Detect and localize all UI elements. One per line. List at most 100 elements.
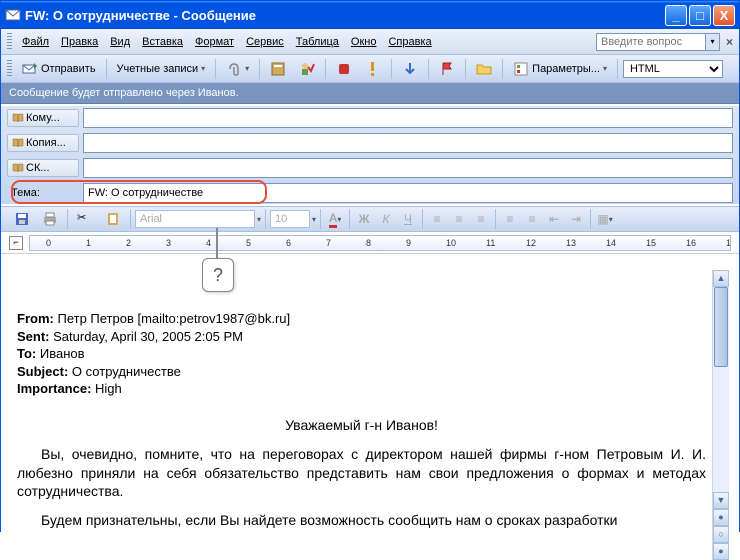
check-names-button[interactable] xyxy=(294,58,320,80)
cc-input[interactable] xyxy=(83,133,733,153)
vertical-scrollbar[interactable]: ▲ ▼ ● ○ ● xyxy=(712,270,729,560)
callout-annotation: ? xyxy=(202,228,234,292)
send-button[interactable]: Отправить xyxy=(17,58,101,80)
paragraph: Вы, очевидно, помните, что на переговора… xyxy=(17,445,706,502)
main-toolbar: Отправить Учетные записи ▾ ▾ Параметры..… xyxy=(1,55,739,83)
align-right-button[interactable]: ≡ xyxy=(471,209,491,229)
menu-insert[interactable]: Вставка xyxy=(136,33,189,51)
tab-selector[interactable]: ⌐ xyxy=(9,236,23,250)
scroll-thumb[interactable] xyxy=(714,287,728,367)
scissors-icon: ✂ xyxy=(77,211,93,227)
menu-window[interactable]: Окно xyxy=(345,33,383,51)
to-button[interactable]: Кому... xyxy=(7,109,79,127)
subject-label: Тема: xyxy=(7,185,79,201)
options-label: Параметры... xyxy=(532,63,600,75)
paperclip-icon xyxy=(226,61,242,77)
chevron-down-icon: ▾ xyxy=(201,64,205,73)
book-icon xyxy=(12,163,24,173)
paragraph: Будем признательны, если Вы найдете возм… xyxy=(17,511,706,530)
insert-button[interactable]: ▦▾ xyxy=(595,209,615,229)
minimize-button[interactable]: _ xyxy=(665,5,687,26)
italic-button[interactable]: К xyxy=(376,209,396,229)
menu-edit[interactable]: Правка xyxy=(55,33,104,51)
app-icon xyxy=(5,7,21,23)
font-color-button[interactable]: A▾ xyxy=(325,209,345,229)
close-button[interactable]: X xyxy=(713,5,735,26)
browse-button[interactable]: ○ xyxy=(713,526,729,543)
options-dropdown-button[interactable]: Параметры...▾ xyxy=(508,58,612,80)
cut-button[interactable]: ✂ xyxy=(72,208,98,230)
font-family-select[interactable] xyxy=(135,210,255,228)
book-icon xyxy=(12,138,24,148)
to-input[interactable] xyxy=(83,108,733,128)
format-toolbar: ✂ ▾ ▾ A▾ Ж К Ч ≡ ≡ ≡ ≡ ≡ ⇤ ⇥ ▦▾ xyxy=(1,206,739,232)
page-up-button[interactable]: ● xyxy=(713,509,729,526)
accounts-label: Учетные записи xyxy=(117,63,199,75)
close-doc-button[interactable]: × xyxy=(726,35,733,49)
align-left-button[interactable]: ≡ xyxy=(427,209,447,229)
accounts-button[interactable]: Учетные записи ▾ xyxy=(112,60,211,78)
menu-file[interactable]: Файл xyxy=(16,33,55,51)
folder-icon xyxy=(476,61,492,77)
chevron-down-icon[interactable]: ▾ xyxy=(312,215,316,224)
flag-button[interactable] xyxy=(434,58,460,80)
ruler-area: ⌐ document.write(Array.from({length:18},… xyxy=(1,232,739,254)
book-icon xyxy=(270,61,286,77)
print-button[interactable] xyxy=(37,208,63,230)
grip-icon xyxy=(7,60,12,78)
titlebar: FW: О сотрудничестве - Сообщение _ □ X xyxy=(1,1,739,29)
chevron-down-icon[interactable]: ▾ xyxy=(257,215,261,224)
indent-button[interactable]: ⇥ xyxy=(566,209,586,229)
menu-help[interactable]: Справка xyxy=(382,33,437,51)
menubar: Файл Правка Вид Вставка Формат Сервис Та… xyxy=(1,29,739,55)
address-book-button[interactable] xyxy=(265,58,291,80)
page-down-button[interactable]: ● xyxy=(713,543,729,560)
clipboard-icon xyxy=(105,211,121,227)
ruler[interactable]: document.write(Array.from({length:18},(_… xyxy=(29,235,731,251)
check-icon xyxy=(299,61,315,77)
folder-button[interactable] xyxy=(471,58,497,80)
cc-button[interactable]: Копия... xyxy=(7,134,79,152)
maximize-button[interactable]: □ xyxy=(689,5,711,26)
permission-button[interactable] xyxy=(331,58,357,80)
menu-table[interactable]: Таблица xyxy=(290,33,345,51)
exclamation-icon xyxy=(365,61,381,77)
greeting: Уважаемый г-н Иванов! xyxy=(17,416,706,435)
bold-button[interactable]: Ж xyxy=(354,209,374,229)
help-search-input[interactable] xyxy=(596,33,706,51)
print-icon xyxy=(42,211,58,227)
numbered-list-button[interactable]: ≡ xyxy=(500,209,520,229)
send-icon xyxy=(22,61,38,77)
save-icon xyxy=(14,211,30,227)
format-select[interactable]: HTML xyxy=(623,60,723,78)
underline-button[interactable]: Ч xyxy=(398,209,418,229)
subject-input[interactable] xyxy=(83,183,733,203)
menu-tools[interactable]: Сервис xyxy=(240,33,290,51)
font-size-select[interactable] xyxy=(270,210,310,228)
outdent-button[interactable]: ⇤ xyxy=(544,209,564,229)
grip-icon xyxy=(7,33,12,51)
bcc-button[interactable]: СК... xyxy=(7,159,79,177)
window-title: FW: О сотрудничестве - Сообщение xyxy=(25,8,663,23)
importance-high-button[interactable] xyxy=(360,58,386,80)
info-bar: Сообщение будет отправлено через Иванов. xyxy=(1,83,739,104)
options-icon xyxy=(513,61,529,77)
align-center-button[interactable]: ≡ xyxy=(449,209,469,229)
menu-format[interactable]: Формат xyxy=(189,33,240,51)
flag-icon xyxy=(439,61,455,77)
arrow-down-icon xyxy=(402,61,418,77)
attach-button[interactable]: ▾ xyxy=(221,58,254,80)
importance-low-button[interactable] xyxy=(397,58,423,80)
menu-view[interactable]: Вид xyxy=(104,33,136,51)
bulleted-list-button[interactable]: ≡ xyxy=(522,209,542,229)
send-label: Отправить xyxy=(41,63,96,75)
scroll-down-button[interactable]: ▼ xyxy=(713,492,729,509)
help-dropdown-button[interactable]: ▾ xyxy=(706,33,720,51)
book-icon xyxy=(12,113,24,123)
callout-box: ? xyxy=(202,258,234,292)
scroll-up-button[interactable]: ▲ xyxy=(713,270,729,287)
paste-button[interactable] xyxy=(100,208,126,230)
bcc-input[interactable] xyxy=(83,158,733,178)
save-button[interactable] xyxy=(9,208,35,230)
message-body[interactable]: From: Петр Петров [mailto:petrov1987@bk.… xyxy=(1,254,739,560)
